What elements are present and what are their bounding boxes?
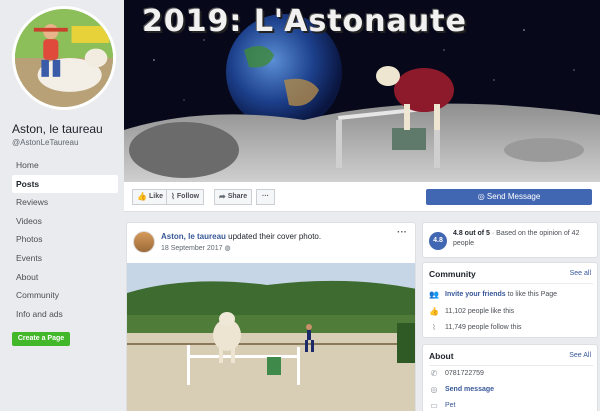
post-author-avatar[interactable] (133, 231, 155, 253)
nav-item-community[interactable]: Community (12, 286, 118, 305)
post-author-link[interactable]: Aston, le taureau (161, 232, 226, 241)
invite-friends-link[interactable]: Invite your friends (445, 291, 506, 298)
category-row: ▭ Pet (429, 401, 456, 410)
post-date[interactable]: 18 September 2017 ◍ (161, 244, 231, 252)
about-title: About (429, 351, 454, 361)
likes-count: 11,102 people like this (445, 308, 515, 315)
like-label: Like (148, 193, 163, 200)
globe-icon: ◍ (224, 245, 231, 252)
cover-title: 2019: L'Astonaute (142, 4, 467, 39)
invite-friends-text: to like this Page (505, 291, 558, 298)
page-name[interactable]: Aston, le taureau (12, 122, 103, 136)
send-message-button[interactable]: ◎ Send Message (426, 189, 592, 205)
rating-badge: 4.8 (429, 232, 447, 250)
community-see-all-link[interactable]: See all (570, 270, 591, 277)
tag-icon: ▭ (430, 401, 438, 410)
add-friend-icon: 👥 (429, 290, 439, 299)
category-link[interactable]: Pet (445, 402, 456, 409)
messenger-icon: ◎ (477, 192, 485, 201)
follow-button[interactable]: ⌇ Follow (166, 189, 205, 205)
post-header: Aston, le taureau updated their cover ph… (161, 232, 321, 241)
nav-item-videos[interactable]: Videos (12, 212, 118, 231)
rating-summary: 4.8 out of 5 (453, 230, 490, 237)
nav-item-events[interactable]: Events (12, 249, 118, 268)
messenger-icon: ◎ (430, 385, 438, 394)
follows-row: ⌇ 11,749 people follow this (429, 323, 522, 332)
share-label: Share (227, 193, 248, 200)
like-button[interactable]: 👍 Like (132, 189, 168, 205)
rating-card: 4.8 4.8 out of 5 · Based on the opinion … (422, 222, 598, 258)
left-sidebar: Aston, le taureau @AstonLeTaureau Home P… (0, 0, 124, 411)
create-page-button[interactable]: Create a Page (12, 332, 70, 346)
divider (429, 283, 593, 284)
post-date-text: 18 September 2017 (161, 245, 223, 252)
thumbs-up-icon: 👍 (429, 307, 439, 316)
post-action-text: updated their cover photo. (225, 232, 322, 241)
likes-row: 👍 11,102 people like this (429, 307, 514, 316)
more-actions-button[interactable]: ··· (256, 189, 275, 205)
about-card: About See All ✆ 0781722759 ◎ Send messag… (422, 344, 598, 411)
share-button[interactable]: ➦ Share (214, 189, 253, 205)
community-card: Community See all 👥 Invite your friends … (422, 262, 598, 338)
phone-number[interactable]: 0781722759 (445, 370, 484, 377)
nav-item-info-and-ads[interactable]: Info and ads (12, 305, 118, 324)
profile-picture[interactable] (12, 6, 116, 110)
rating-text[interactable]: 4.8 out of 5 · Based on the opinion of 4… (453, 229, 595, 249)
invite-friends-row: 👥 Invite your friends to like this Page (429, 290, 557, 299)
send-message-label: Send Message (486, 192, 541, 201)
page-handle[interactable]: @AstonLeTaureau (12, 138, 78, 147)
phone-icon: ✆ (430, 369, 438, 378)
about-see-all-link[interactable]: See All (569, 352, 591, 359)
page-nav: Home Posts Reviews Videos Photos Events … (12, 156, 118, 323)
cover-photo[interactable]: 2019: L'Astonaute (124, 0, 600, 182)
nav-item-photos[interactable]: Photos (12, 230, 118, 249)
more-actions-label: ··· (262, 193, 269, 200)
page-action-bar: 👍 Like ⌇ Follow ➦ Share ··· ◎ Send Messa… (124, 182, 600, 212)
profile-photo-image (15, 9, 113, 107)
post-card: Aston, le taureau updated their cover ph… (126, 222, 416, 411)
phone-row: ✆ 0781722759 (429, 369, 484, 378)
nav-item-about[interactable]: About (12, 268, 118, 287)
send-message-row: ◎ Send message (429, 385, 495, 394)
send-message-link[interactable]: Send message (445, 386, 494, 393)
post-options-button[interactable]: ··· (397, 227, 407, 238)
community-title: Community (429, 269, 476, 279)
follow-label: Follow (176, 193, 200, 200)
nav-item-posts[interactable]: Posts (12, 174, 118, 194)
share-icon: ➦ (219, 192, 226, 201)
thumbs-up-icon: 👍 (137, 192, 147, 201)
rss-icon: ⌇ (432, 323, 436, 332)
nav-item-home[interactable]: Home (12, 156, 118, 175)
rss-icon: ⌇ (171, 192, 175, 201)
divider (429, 365, 593, 366)
nav-item-reviews[interactable]: Reviews (12, 193, 118, 212)
post-photo[interactable] (127, 263, 416, 411)
follows-count: 11,749 people follow this (445, 324, 522, 331)
